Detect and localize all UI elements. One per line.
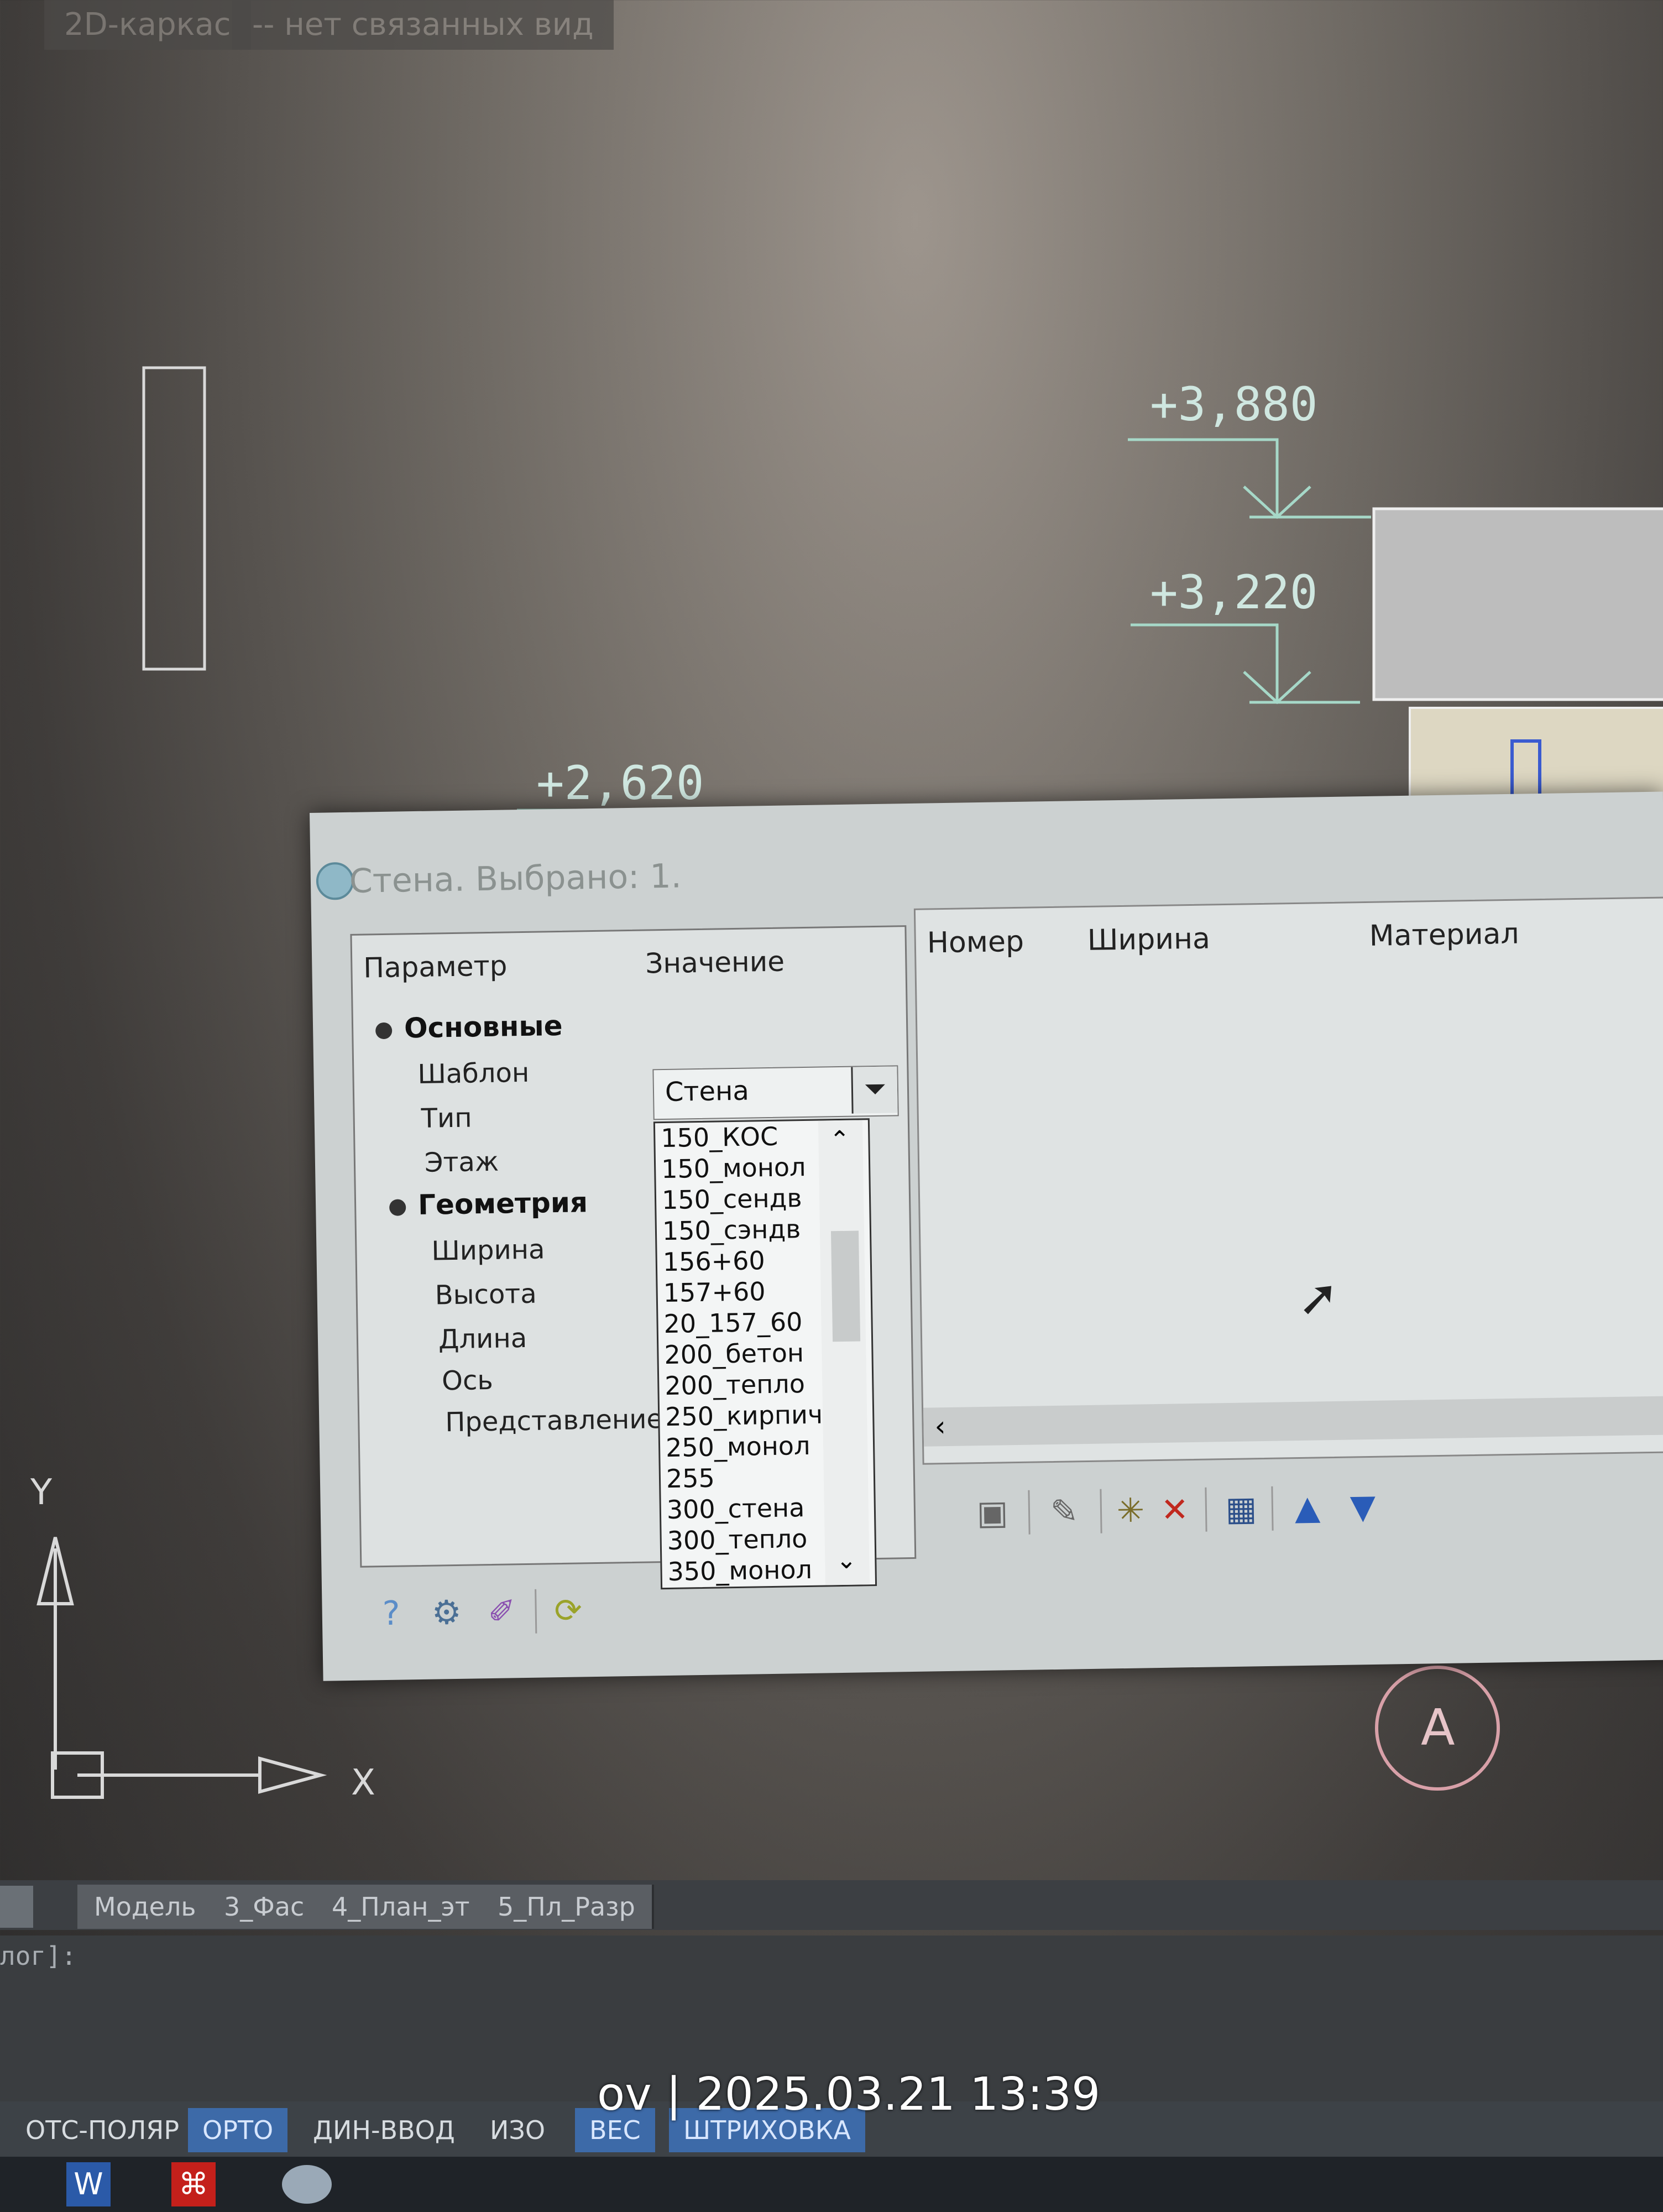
scroll-thumb[interactable]	[830, 1230, 861, 1342]
command-prompt: лог]:	[0, 1941, 77, 1971]
dropdown-option[interactable]: 250_кирпич	[665, 1400, 823, 1432]
column-width[interactable]: Ширина	[1087, 922, 1210, 957]
dropdown-arrow-icon[interactable]	[851, 1066, 898, 1114]
dropdown-option[interactable]: 150_монол	[661, 1152, 806, 1184]
photo-timestamp: ov | 2025.03.21 13:39	[597, 2068, 1101, 2121]
ucs-x-label: X	[351, 1762, 375, 1803]
ucs-y-label: Y	[30, 1472, 53, 1513]
param-axis[interactable]: Ось	[442, 1365, 493, 1396]
word-icon[interactable]: W	[66, 2162, 111, 2206]
pdf-icon[interactable]: ⌘	[171, 2162, 216, 2206]
status-polar-tracking[interactable]: ОТС-ПОЛЯР	[11, 2108, 194, 2152]
group-bullet-icon	[389, 1198, 406, 1216]
dropdown-option[interactable]: 150_сендв	[662, 1183, 802, 1215]
wall-properties-dialog[interactable]: Стена. Выбрано: 1. Параметр Значение Осн…	[310, 791, 1663, 1681]
dropdown-option[interactable]: 300_стена	[666, 1493, 804, 1525]
param-height[interactable]: Высота	[435, 1279, 537, 1311]
param-length[interactable]: Длина	[438, 1323, 527, 1355]
grid-label: А	[1421, 1699, 1455, 1757]
group-basic[interactable]: Основные	[375, 1010, 563, 1045]
dropdown-option[interactable]: 200_тепло	[665, 1369, 805, 1401]
move-up-icon[interactable]: ▲	[1288, 1488, 1327, 1527]
status-iso[interactable]: ИЗО	[475, 2108, 559, 2152]
parameters-grid[interactable]: Параметр Значение Основные Шаблон Тип Эт…	[350, 925, 917, 1590]
mouse-cursor-icon: ➚	[1297, 1268, 1340, 1328]
elevation-label: +3,880	[1150, 377, 1317, 431]
slab-fragment	[1372, 507, 1663, 701]
dropdown-option[interactable]: 250_монол	[666, 1431, 810, 1463]
dropdown-option[interactable]: 156+60	[662, 1245, 765, 1277]
param-template[interactable]: Шаблон	[417, 1057, 530, 1090]
dropdown-option[interactable]: 350_монол	[667, 1554, 812, 1587]
column-material[interactable]: Материал	[1369, 917, 1519, 953]
param-width[interactable]: Ширина	[431, 1234, 545, 1266]
layout-menu-icon[interactable]	[0, 1886, 33, 1928]
param-type[interactable]: Тип	[421, 1102, 472, 1134]
layer-settings-icon[interactable]: ▦	[1221, 1489, 1261, 1528]
template-combobox[interactable]: Стена	[652, 1065, 899, 1120]
elevation-label: +3,220	[1150, 565, 1317, 619]
brush-icon[interactable]: ✐	[482, 1592, 521, 1631]
scroll-up-icon[interactable]: ⌃	[829, 1126, 850, 1155]
dropdown-option[interactable]: 300_тепло	[667, 1524, 807, 1556]
settings-icon[interactable]: ⚙	[427, 1593, 466, 1632]
group-geometry[interactable]: Геометрия	[389, 1186, 588, 1222]
add-layer-icon[interactable]: ✳	[1111, 1491, 1150, 1530]
wall-outline	[142, 366, 206, 671]
app-taskbar-icon[interactable]	[282, 2165, 332, 2204]
layers-table[interactable]: Номер Ширина Материал ➚ ‹	[913, 896, 1663, 1465]
column-number[interactable]: Номер	[927, 925, 1024, 960]
tab-model[interactable]: Модель	[77, 1885, 215, 1929]
tab-floor-plan[interactable]: 4_План_эт	[315, 1885, 489, 1929]
group-bullet-icon	[375, 1022, 393, 1039]
tab-facade[interactable]: 3_Фас	[207, 1885, 323, 1929]
save-icon[interactable]: ▣	[972, 1493, 1012, 1532]
scroll-down-icon[interactable]: ⌄	[836, 1546, 857, 1575]
param-representation[interactable]: Представление	[445, 1404, 663, 1438]
dropdown-option[interactable]: 200_бетон	[664, 1338, 804, 1370]
param-column-header: Параметр	[363, 950, 508, 984]
taskbar: W ⌘	[0, 2157, 1663, 2212]
help-icon[interactable]: ?	[372, 1594, 411, 1633]
dropdown-option[interactable]: 150_сэндв	[662, 1214, 801, 1246]
sync-icon[interactable]: ⟳	[548, 1591, 588, 1630]
delete-icon[interactable]: ✕	[1155, 1490, 1194, 1530]
move-down-icon[interactable]: ▼	[1343, 1488, 1382, 1527]
dialog-title: Стена. Выбрано: 1.	[349, 857, 682, 901]
dropdown-option[interactable]: 150_КОС	[661, 1121, 778, 1153]
app-icon	[316, 862, 354, 900]
dropdown-option[interactable]: 157+60	[663, 1276, 766, 1308]
value-column-header: Значение	[645, 945, 785, 980]
dropdown-scrollbar[interactable]: ⌃ ⌄	[818, 1120, 870, 1585]
elevation-leader	[1131, 623, 1279, 702]
scroll-left-icon[interactable]: ‹	[934, 1410, 946, 1442]
template-dropdown-list[interactable]: 150_КОС 150_монол 150_сендв 150_сэндв 15…	[653, 1118, 877, 1590]
status-ortho[interactable]: ОРТО	[188, 2108, 288, 2152]
template-value: Стена	[665, 1075, 750, 1108]
edit-icon[interactable]: ✎	[1044, 1492, 1084, 1531]
param-floor[interactable]: Этаж	[425, 1146, 499, 1178]
elevation-label: +2,620	[536, 756, 704, 810]
status-dynamic-input[interactable]: ДИН-ВВОД	[299, 2108, 469, 2152]
ucs-x-arrow	[258, 1756, 327, 1794]
dropdown-option[interactable]: 20_157_60	[663, 1307, 803, 1339]
layout-tab-bar: Модель 3_Фас 4_План_эт 5_Пл_Разр	[0, 1880, 1663, 1930]
dropdown-option[interactable]: 255	[666, 1463, 715, 1494]
horizontal-scrollbar[interactable]: ‹	[923, 1396, 1663, 1447]
tab-section-plan[interactable]: 5_Пл_Разр	[481, 1885, 654, 1929]
elevation-leader	[1128, 438, 1279, 517]
